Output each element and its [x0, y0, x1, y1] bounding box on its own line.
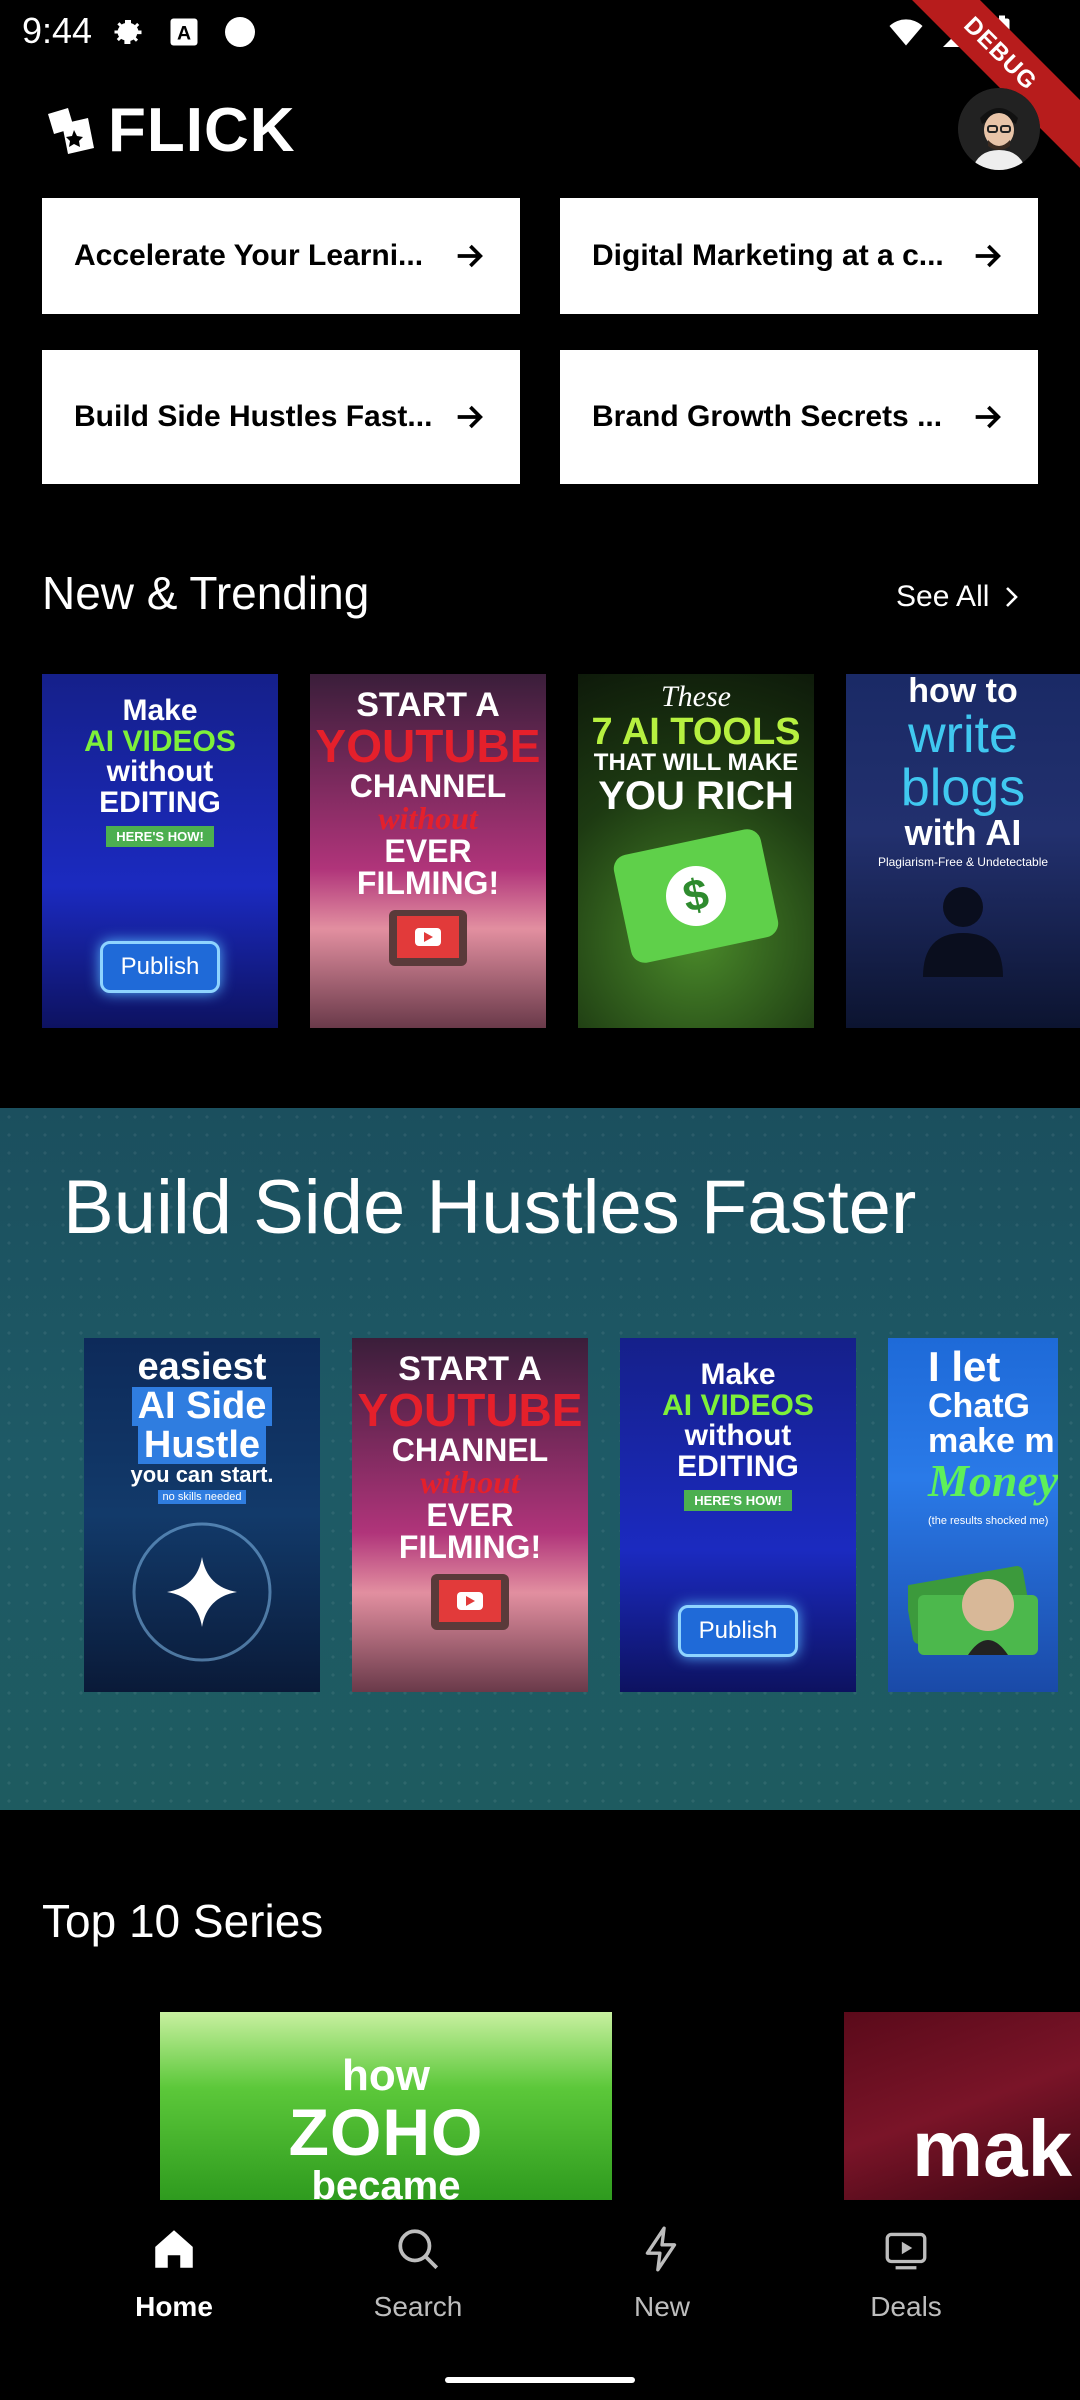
see-all-link[interactable]: See All	[896, 580, 1023, 614]
quick-link-card[interactable]: Accelerate Your Learni...	[42, 198, 520, 314]
status-time: 9:44	[22, 10, 93, 51]
poster-tag: (the results shocked me)	[928, 1515, 1049, 1528]
arrow-right-icon	[975, 244, 1001, 268]
top10-card[interactable]: how ZOHO became	[160, 2012, 612, 2202]
nav-label: Deals	[870, 2291, 942, 2322]
home-icon	[155, 2230, 193, 2268]
arrow-right-icon	[457, 405, 483, 429]
quick-link-label: Digital Marketing at a c...	[592, 239, 944, 272]
section-title-new-trending: New & Trending	[42, 567, 370, 619]
chevron-right-icon	[1006, 587, 1019, 607]
quick-link-card[interactable]: Digital Marketing at a c...	[560, 198, 1038, 314]
nav-search[interactable]: Search	[318, 2224, 518, 2323]
poster-card[interactable]: START A YOUTUBE CHANNEL without EVER FIL…	[310, 674, 546, 1028]
money-icon: $	[611, 826, 781, 966]
poster-publish-button: Publish	[678, 1605, 798, 1658]
quick-link-label: Accelerate Your Learni...	[74, 239, 424, 272]
nav-deals[interactable]: Deals	[806, 2224, 1006, 2323]
nav-new[interactable]: New	[562, 2224, 762, 2323]
svg-text:A: A	[177, 23, 191, 45]
money-pile-icon	[904, 1566, 1038, 1656]
poster-card[interactable]: easiest AI Side Hustle you can start. no…	[84, 1338, 320, 1692]
nav-label: Search	[373, 2291, 463, 2322]
bolt-icon	[645, 2226, 677, 2272]
quick-link-label: Build Side Hustles Fast...	[74, 400, 433, 433]
wifi-icon	[889, 19, 923, 46]
person-silhouette-icon	[923, 887, 1003, 978]
poster-publish-button: Publish	[100, 941, 220, 994]
gesture-home-bar[interactable]	[445, 2377, 635, 2383]
poster-card[interactable]: Make AI VIDEOS without EDITING HERE'S HO…	[42, 674, 278, 1028]
text-a-icon: A	[170, 18, 198, 46]
avatar-face-icon	[958, 88, 1040, 170]
status-bar: 9:44 A DEBUG	[0, 0, 1080, 178]
profile-avatar[interactable]	[958, 88, 1040, 170]
poster-tag: HERE'S HOW!	[684, 1490, 792, 1512]
poster-card[interactable]: Make AI VIDEOS without EDITING HERE'S HO…	[620, 1338, 856, 1692]
search-icon	[398, 2229, 439, 2270]
poster-tag: Plagiarism-Free & Undetectable	[877, 855, 1049, 870]
arrow-right-icon	[457, 244, 483, 268]
arrow-right-icon	[975, 405, 1001, 429]
sparkle-icon	[132, 1522, 272, 1662]
hustle-banner: Build Side Hustles Faster easiest AI Sid…	[0, 1108, 1080, 1810]
tv-icon	[431, 1574, 509, 1631]
bottom-navigation: Home Search New Deals	[0, 2200, 1080, 2400]
quick-link-label: Brand Growth Secrets ...	[592, 400, 943, 433]
quick-link-card[interactable]: Build Side Hustles Fast...	[42, 350, 520, 484]
app-name: FLICK	[108, 95, 296, 165]
section-title-top10: Top 10 Series	[42, 1895, 324, 1947]
nav-home[interactable]: Home	[74, 2224, 274, 2323]
see-all-label: See All	[896, 580, 990, 613]
circle-icon	[225, 17, 255, 47]
nav-label: New	[633, 2291, 690, 2322]
banner-title: Build Side Hustles Faster	[63, 1165, 917, 1250]
poster-tag: HERE'S HOW!	[106, 826, 214, 848]
poster-card[interactable]: how to write blogs with AI Plagiarism-Fr…	[846, 674, 1080, 1028]
poster-card[interactable]: START A YOUTUBE CHANNEL without EVER FIL…	[352, 1338, 588, 1692]
settings-icon	[114, 20, 142, 44]
poster-card[interactable]: I let ChatG make m Money (the results sh…	[888, 1338, 1058, 1692]
app-logo: FLICK	[44, 96, 296, 165]
tv-icon	[389, 910, 467, 967]
top10-card[interactable]: mak	[844, 2012, 1080, 2202]
logo-icon	[48, 108, 94, 154]
nav-label: Home	[135, 2291, 213, 2322]
play-tv-icon	[885, 2232, 927, 2270]
quick-link-card[interactable]: Brand Growth Secrets ...	[560, 350, 1038, 484]
poster-tag: no skills needed	[157, 1489, 247, 1504]
poster-card[interactable]: These 7 AI TOOLS THAT WILL MAKE YOU RICH…	[578, 674, 814, 1028]
